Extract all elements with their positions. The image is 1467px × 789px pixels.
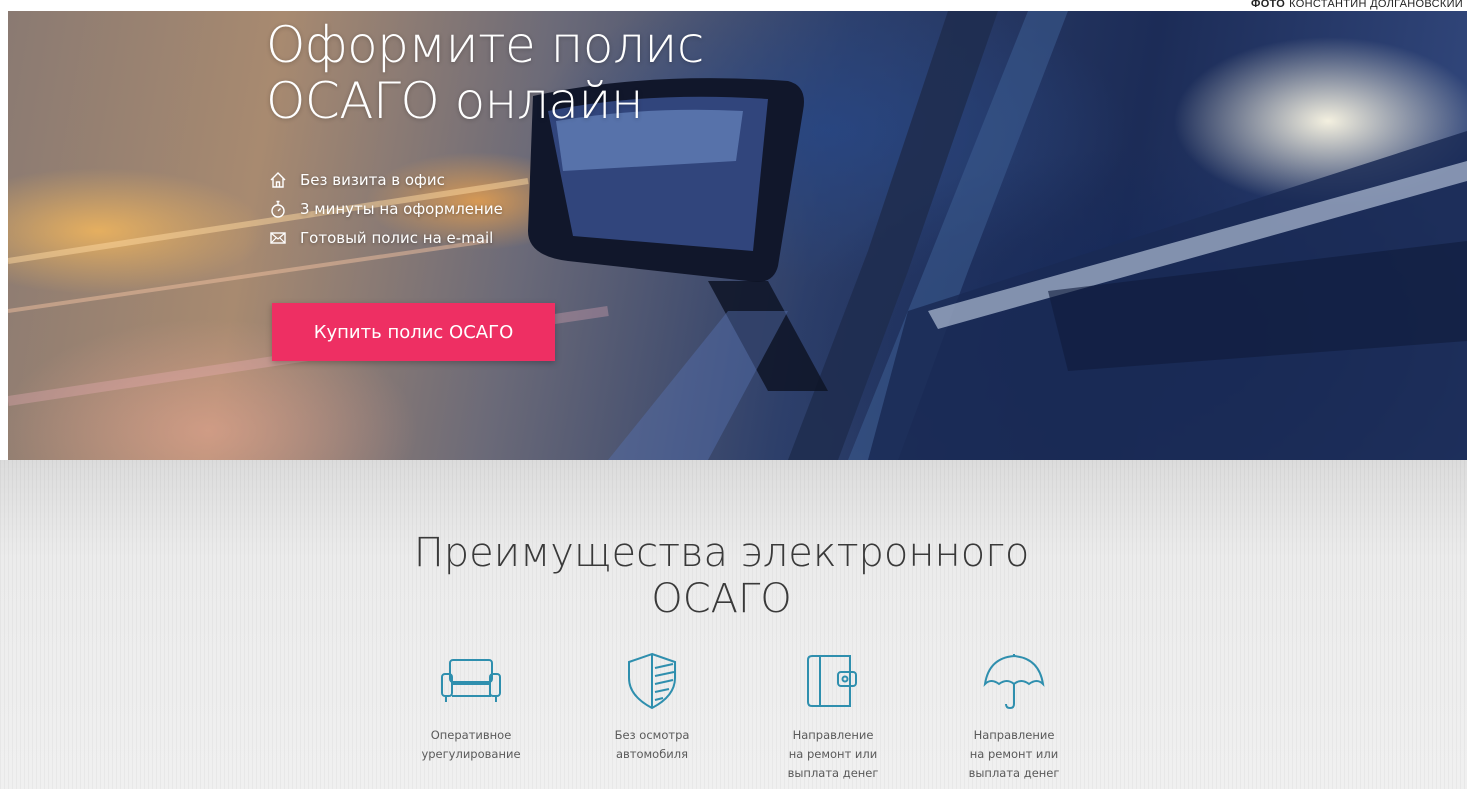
advantages-title-line2: ОСАГО [651,576,792,622]
feature-3-minutes-text: 3 минуты на оформление [300,199,503,218]
feature-no-office: Без визита в офис [268,165,503,194]
sofa-icon [441,659,501,702]
photo-credit: ФОТО КОНСТАНТИН ДОЛГАНОВСКИЙ [1251,0,1463,11]
advantage-repair-or-payout-label: Направление на ремонт или выплата денег [787,728,879,780]
hero-banner: Оформите полис ОСАГО онлайн Без визита в… [8,11,1467,460]
photo-credit-prefix: ФОТО [1251,0,1286,10]
buy-osago-button[interactable]: Купить полис ОСАГО [272,303,555,361]
wallet-icon [807,655,857,707]
advantage-repair-or-payout: Направление на ремонт или выплата денег [763,650,903,783]
feature-list: Без визита в офис 3 минуты на оформление… [268,165,503,252]
envelope-icon [270,231,286,244]
house-icon [270,171,286,188]
hero-title-line1: Оформите полис [266,16,704,74]
advantage-fast-settlement-label: Оперативное урегулирование [421,728,521,761]
shield-icon [628,652,676,710]
advantages-section: Преимущества электронного ОСАГО Оператив… [0,460,1467,789]
photo-credit-name: КОНСТАНТИН ДОЛГАНОВСКИЙ [1289,0,1463,10]
advantage-no-inspection-label: Без осмотра автомобиля [614,728,690,761]
feature-email-policy-text: Готовый полис на e-mail [300,228,494,247]
advantage-no-inspection: Без осмотра автомобиля [582,650,722,764]
advantage-repair-or-payout-2: Направление на ремонт или выплата денег [944,650,1084,783]
hero-title: Оформите полис ОСАГО онлайн [266,17,704,129]
advantages-title: Преимущества электронного ОСАГО [0,530,1455,622]
umbrella-icon [983,654,1045,710]
advantage-repair-or-payout-2-label: Направление на ремонт или выплата денег [968,728,1060,780]
stopwatch-icon [271,200,285,218]
feature-no-office-text: Без визита в офис [300,170,445,189]
hero-car-photo [8,11,1467,460]
feature-3-minutes: 3 минуты на оформление [268,194,503,223]
advantage-fast-settlement: Оперативное урегулирование [401,650,541,764]
feature-email-policy: Готовый полис на e-mail [268,223,503,252]
hero-title-line2: ОСАГО онлайн [266,72,644,130]
advantages-title-line1: Преимущества электронного [413,530,1030,576]
